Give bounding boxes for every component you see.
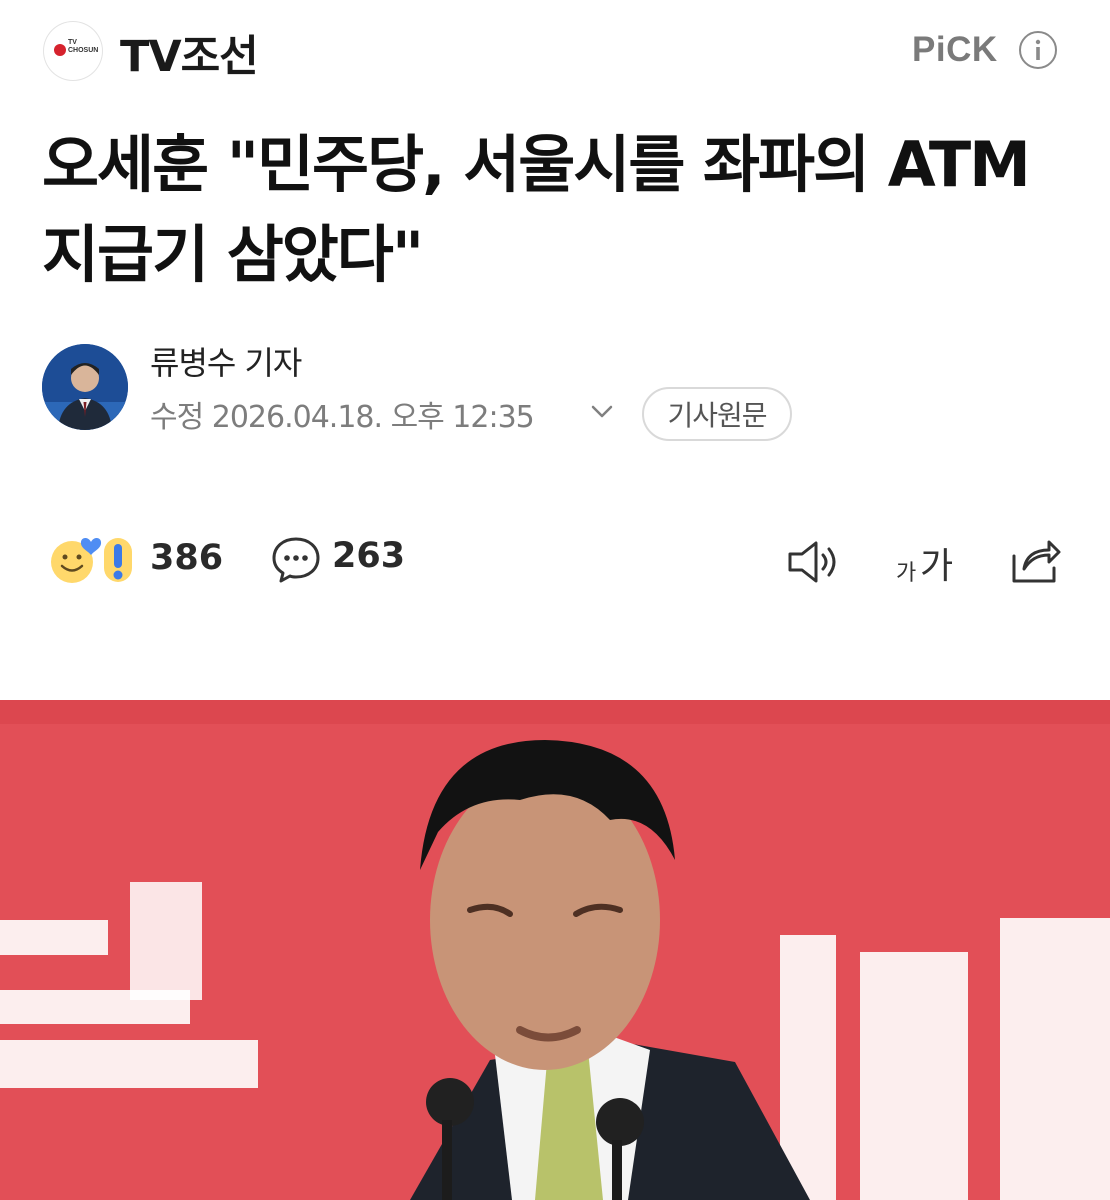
reaction-count: 386 bbox=[150, 538, 224, 578]
speaker-icon[interactable] bbox=[786, 537, 842, 587]
comment-icon[interactable] bbox=[270, 535, 322, 585]
logo-text: TV CHOSUN bbox=[68, 39, 99, 54]
reporter-photo-icon bbox=[42, 344, 128, 430]
info-icon[interactable] bbox=[1018, 30, 1058, 70]
font-size-icon[interactable]: 가 가 bbox=[896, 540, 964, 586]
reporter-avatar[interactable] bbox=[42, 344, 128, 430]
article-photo-image bbox=[0, 700, 1110, 1200]
share-icon[interactable] bbox=[1006, 534, 1062, 586]
press-name[interactable]: TV조선 bbox=[120, 22, 259, 84]
reporter-name[interactable]: 류병수 기자 bbox=[150, 338, 302, 384]
reaction-icon[interactable] bbox=[48, 532, 140, 588]
svg-text:가: 가 bbox=[920, 546, 953, 586]
chevron-down-icon[interactable] bbox=[590, 404, 614, 420]
article-headline: 오세훈 "민주당, 서울시를 좌파의 ATM 지급기 삼았다" bbox=[42, 128, 1031, 291]
svg-text:가: 가 bbox=[896, 561, 916, 586]
tv-chosun-logo-icon[interactable]: TV CHOSUN bbox=[44, 22, 102, 80]
original-article-button[interactable]: 기사원문 bbox=[642, 387, 792, 441]
article-timestamp: 수정 2026.04.18. 오후 12:35 bbox=[150, 400, 535, 435]
article-header: TV CHOSUN TV조선 PiCK bbox=[0, 0, 1110, 100]
pick-label[interactable]: PiCK bbox=[912, 30, 998, 70]
article-photo bbox=[0, 700, 1110, 1200]
comment-count: 263 bbox=[332, 536, 406, 576]
logo-red-mark bbox=[54, 44, 66, 56]
